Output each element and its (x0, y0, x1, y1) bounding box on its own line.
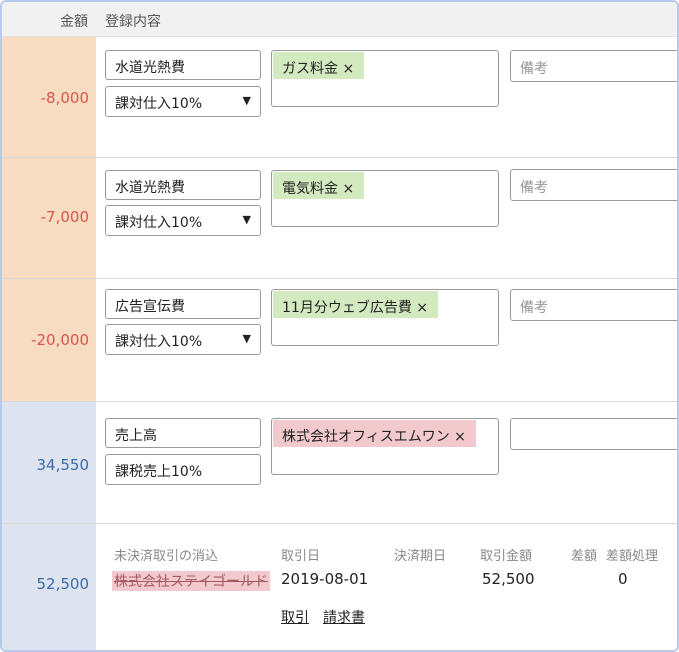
account-field[interactable]: 水道光熱費 (105, 170, 261, 200)
amount-column-header: 金額 (60, 14, 88, 30)
difference-process-header: 差額処理 (606, 549, 659, 564)
table-row: -20,000 広告宣伝費 課対仕入10% ▼ 11月分ウェブ広告費 × 備考 (2, 279, 677, 402)
tag-chip[interactable]: 株式会社オフィスエムワン × (273, 420, 476, 447)
invoice-link[interactable]: 請求書 (323, 607, 365, 627)
settlement-row: 52,500 未決済取引の消込 取引日 決済期日 取引金額 差額 差額処理 株式… (2, 524, 677, 650)
difference-header: 差額 (571, 549, 598, 564)
table-header: 金額 登録内容 (2, 2, 677, 37)
triangle-down-icon: ▼ (242, 94, 251, 107)
table-row: -7,000 水道光熱費 課対仕入10% ▼ 電気料金 × 備考 (2, 158, 677, 279)
amount-cell: 34,550 (2, 402, 96, 523)
trade-link[interactable]: 取引 (281, 607, 309, 627)
tag-field[interactable]: 株式会社オフィスエムワン × (271, 418, 499, 475)
tag-field[interactable]: 電気料金 × (271, 170, 499, 227)
tax-select[interactable]: 課対仕入10% ▼ (105, 324, 261, 355)
memo-input[interactable]: 備考 (510, 169, 677, 201)
tag-field[interactable]: 11月分ウェブ広告費 × (271, 289, 499, 346)
amount-cell: 52,500 (2, 524, 96, 650)
content-column-header: 登録内容 (105, 14, 161, 30)
amount-cell: -7,000 (2, 158, 96, 278)
trade-amount-header: 取引金額 (480, 549, 533, 564)
tax-select[interactable]: 課対仕入10% ▼ (105, 86, 261, 117)
account-field[interactable]: 広告宣伝費 (105, 289, 261, 319)
tax-select-value: 課対仕入10% (115, 96, 203, 112)
tax-select[interactable]: 課対仕入10% ▼ (105, 205, 261, 236)
date-header: 取引日 (281, 549, 321, 564)
amount-value: -8,000 (40, 89, 89, 107)
amount-value: 34,550 (36, 456, 90, 474)
due-date-header: 決済期日 (394, 549, 447, 564)
difference-value: 0 (618, 570, 628, 588)
trade-date-value: 2019-08-01 (281, 570, 369, 588)
triangle-down-icon: ▼ (242, 332, 251, 345)
amount-cell: -20,000 (2, 279, 96, 401)
amount-cell: -8,000 (2, 37, 96, 157)
tag-field[interactable]: ガス料金 × (271, 50, 499, 107)
table-row: 34,550 売上高 課税売上10% 株式会社オフィスエムワン × (2, 402, 677, 524)
table-row: -8,000 水道光熱費 課対仕入10% ▼ ガス料金 × 備考 (2, 37, 677, 158)
account-field[interactable]: 売上高 (105, 418, 261, 448)
settlement-title: 未決済取引の消込 (114, 549, 219, 564)
account-field[interactable]: 水道光熱費 (105, 50, 261, 80)
amount-value: 52,500 (36, 575, 90, 593)
partner-name: 株式会社ステイゴールド (112, 571, 270, 591)
memo-input[interactable]: 備考 (510, 50, 677, 82)
trade-amount-value: 52,500 (482, 570, 535, 588)
tag-chip[interactable]: ガス料金 × (273, 52, 365, 79)
amount-value: -7,000 (40, 208, 89, 226)
tag-chip[interactable]: 電気料金 × (273, 172, 365, 199)
amount-value: -20,000 (31, 331, 89, 349)
tax-field[interactable]: 課税売上10% (105, 454, 261, 485)
tax-select-value: 課対仕入10% (115, 215, 203, 231)
memo-input[interactable] (510, 418, 677, 450)
memo-input[interactable]: 備考 (510, 289, 677, 321)
transaction-panel: 金額 登録内容 -8,000 水道光熱費 課対仕入10% ▼ ガス料金 × 備考 … (0, 0, 679, 652)
tax-select-value: 課対仕入10% (115, 334, 203, 350)
tag-chip[interactable]: 11月分ウェブ広告費 × (273, 291, 438, 318)
triangle-down-icon: ▼ (242, 213, 251, 226)
